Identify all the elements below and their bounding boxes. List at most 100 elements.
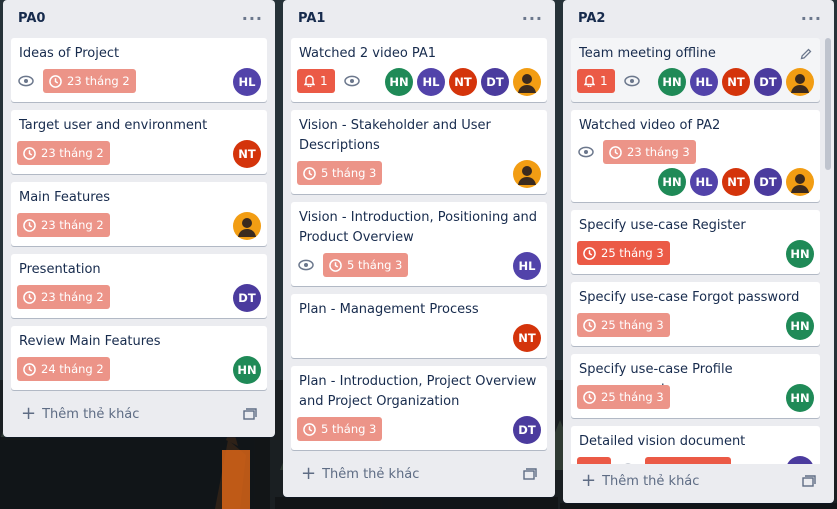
notification-badge[interactable] xyxy=(577,457,611,464)
card-title: Detailed vision document xyxy=(579,434,746,449)
member-avatar[interactable]: HN xyxy=(658,68,686,96)
pencil-icon[interactable] xyxy=(800,48,812,60)
member-avatar-photo[interactable] xyxy=(233,212,261,240)
clock-icon xyxy=(583,246,596,260)
due-date-badge[interactable]: 5 tháng 3 xyxy=(323,253,409,277)
member-avatar[interactable]: DT xyxy=(754,168,782,196)
eye-icon xyxy=(297,258,315,272)
notification-badge[interactable]: 1 xyxy=(297,69,335,93)
card[interactable]: Plan - Management Process NT xyxy=(291,294,547,358)
clock-icon xyxy=(329,258,342,272)
card-template-icon[interactable] xyxy=(523,467,537,481)
clock-icon xyxy=(303,422,316,436)
due-date-badge[interactable]: 24 tháng 2 xyxy=(17,357,110,381)
member-avatar[interactable]: NT xyxy=(449,68,477,96)
card[interactable]: Vision - Introduction, Positioning and P… xyxy=(291,202,547,286)
member-avatar[interactable]: HN xyxy=(786,240,814,268)
due-date-text: 23 tháng 2 xyxy=(41,290,104,304)
card[interactable]: Detailed vision document xyxy=(571,426,820,464)
list-title[interactable]: PA0 xyxy=(18,11,45,26)
card[interactable]: Ideas of Project 23 tháng 2 HL xyxy=(11,38,267,102)
member-avatar[interactable] xyxy=(786,456,814,464)
card[interactable]: Watched 2 video PA1 1 HN HL NT DT xyxy=(291,38,547,102)
member-avatar[interactable]: HL xyxy=(417,68,445,96)
bell-icon xyxy=(304,75,315,87)
more-horizontal-icon[interactable]: ··· xyxy=(801,9,822,28)
due-date-badge[interactable]: 23 tháng 2 xyxy=(43,69,136,93)
more-horizontal-icon[interactable]: ··· xyxy=(522,9,543,28)
add-card-button[interactable]: + Thêm thẻ khác xyxy=(291,460,547,488)
card-title: Target user and environment xyxy=(19,118,208,133)
due-date-badge-overdue[interactable] xyxy=(645,457,731,464)
card-template-icon[interactable] xyxy=(802,474,816,488)
member-avatar-photo[interactable] xyxy=(513,160,541,188)
card-template-icon[interactable] xyxy=(243,407,257,421)
due-date-badge[interactable]: 25 tháng 3 xyxy=(577,385,670,409)
card[interactable]: Specify use-case Register 25 tháng 3 HN xyxy=(571,210,820,274)
clock-icon xyxy=(583,390,596,404)
card-title: Vision - Introduction, Positioning and P… xyxy=(299,210,538,245)
due-date-badge[interactable]: 23 tháng 2 xyxy=(17,141,110,165)
member-avatar-photo[interactable] xyxy=(513,68,541,96)
member-avatar[interactable]: HN xyxy=(233,356,261,384)
due-date-badge[interactable]: 23 tháng 3 xyxy=(603,140,696,164)
member-avatar[interactable]: HL xyxy=(513,252,541,280)
due-date-badge[interactable]: 23 tháng 2 xyxy=(17,213,110,237)
member-avatar[interactable]: NT xyxy=(513,324,541,352)
add-card-button[interactable]: + Thêm thẻ khác xyxy=(11,400,267,428)
plus-icon: + xyxy=(301,463,317,484)
due-date-badge[interactable]: 23 tháng 2 xyxy=(17,285,110,309)
notification-badge[interactable]: 1 xyxy=(577,69,615,93)
eye-icon xyxy=(623,74,641,88)
card-title: Watched 2 video PA1 xyxy=(299,46,437,61)
member-avatar[interactable]: HN xyxy=(786,384,814,412)
due-date-badge[interactable]: 5 tháng 3 xyxy=(297,161,383,185)
member-avatar-photo[interactable] xyxy=(786,168,814,196)
member-avatar[interactable]: NT xyxy=(722,168,750,196)
due-date-text: 5 tháng 3 xyxy=(321,166,377,180)
card[interactable]: Review Main Features 24 tháng 2 HN xyxy=(11,326,267,390)
add-card-label: Thêm thẻ khác xyxy=(602,473,700,489)
member-avatar[interactable]: HL xyxy=(690,168,718,196)
list-header: PA1 ··· xyxy=(283,0,555,36)
clock-icon xyxy=(23,290,36,304)
member-avatar[interactable]: NT xyxy=(722,68,750,96)
member-avatar[interactable]: HN xyxy=(658,168,686,196)
card-title: Ideas of Project xyxy=(19,46,120,61)
card[interactable]: Specify use-case Profile management 25 t… xyxy=(571,354,820,418)
clock-icon xyxy=(49,74,62,88)
more-horizontal-icon[interactable]: ··· xyxy=(242,9,263,28)
member-avatar[interactable]: HN xyxy=(786,312,814,340)
member-avatar[interactable]: DT xyxy=(513,416,541,444)
card-list-scroll-area[interactable]: Team meeting offline 1 HN HL NT DT Watch… xyxy=(563,36,834,464)
clock-icon xyxy=(303,166,316,180)
member-avatar[interactable]: NT xyxy=(233,140,261,168)
add-card-button[interactable]: + Thêm thẻ khác xyxy=(571,467,826,495)
member-avatar[interactable]: DT xyxy=(481,68,509,96)
card[interactable]: Plan - Introduction, Project Overview an… xyxy=(291,366,547,450)
due-date-badge[interactable]: 5 tháng 3 xyxy=(297,417,383,441)
add-card-label: Thêm thẻ khác xyxy=(42,406,140,422)
card[interactable]: Target user and environment 23 tháng 2 N… xyxy=(11,110,267,174)
card-title: Plan - Introduction, Project Overview an… xyxy=(299,374,537,409)
card[interactable]: Vision - Stakeholder and User Descriptio… xyxy=(291,110,547,194)
list-title[interactable]: PA2 xyxy=(578,11,605,26)
card[interactable]: Presentation 23 tháng 2 DT xyxy=(11,254,267,318)
due-date-badge-overdue[interactable]: 25 tháng 3 xyxy=(577,241,670,265)
due-date-text: 24 tháng 2 xyxy=(41,362,104,376)
list-title[interactable]: PA1 xyxy=(298,11,325,26)
member-avatar[interactable]: DT xyxy=(233,284,261,312)
eye-icon xyxy=(577,145,595,159)
member-avatar-photo[interactable] xyxy=(786,68,814,96)
member-avatar[interactable]: HL xyxy=(233,68,261,96)
member-avatar[interactable]: HL xyxy=(690,68,718,96)
card[interactable]: Team meeting offline 1 HN HL NT DT xyxy=(571,38,820,102)
card[interactable]: Main Features 23 tháng 2 xyxy=(11,182,267,246)
member-avatar[interactable]: DT xyxy=(754,68,782,96)
card[interactable]: Specify use-case Forgot password 25 thán… xyxy=(571,282,820,346)
due-date-badge[interactable]: 25 tháng 3 xyxy=(577,313,670,337)
list-scrollbar[interactable] xyxy=(825,38,831,170)
list-pa2: PA2 ··· Team meeting offline 1 HN HL NT … xyxy=(563,0,834,503)
member-avatar[interactable]: HN xyxy=(385,68,413,96)
card[interactable]: Watched video of PA2 23 tháng 3 HN HL NT… xyxy=(571,110,820,202)
